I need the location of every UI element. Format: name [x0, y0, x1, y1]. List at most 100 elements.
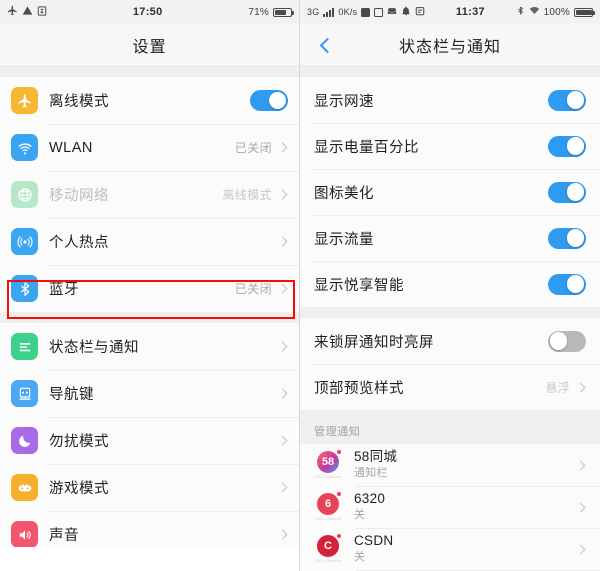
right-group-gap-top	[300, 66, 600, 77]
airplane-mode-toggle[interactable]	[250, 90, 288, 111]
app-status: 关	[354, 509, 366, 522]
airplane-icon	[11, 87, 38, 114]
sidebar-item-label: 离线模式	[49, 94, 109, 110]
sidebar-item-label: 勿扰模式	[49, 434, 109, 450]
setting-row-show-battery-percentage[interactable]: 显示电量百分比	[300, 123, 600, 169]
chevron-right-icon	[277, 283, 288, 294]
app-status: 通知栏	[354, 467, 388, 480]
app-status: 关	[354, 551, 366, 564]
app-text: CSDN 关	[354, 533, 577, 564]
left-settings-group-2: 状态栏与通知 导航键 勿扰模式 游戏模式 声音	[0, 323, 299, 571]
setting-label: 显示电量百分比	[314, 139, 419, 156]
back-button[interactable]	[310, 24, 344, 66]
dual-screenshot-composite: 17:50 71% 设置 离线模式 WLAN 已关闭 移动网络 离线模式 个人热…	[0, 0, 600, 571]
app-glyph: 6	[317, 493, 339, 515]
setting-row-show-network-speed[interactable]: 显示网速	[300, 77, 600, 123]
calendar-icon	[415, 6, 425, 19]
app-glyph: 58	[317, 451, 339, 473]
setting-row-show-data-usage[interactable]: 显示流量	[300, 215, 600, 261]
list-item[interactable]: 6 CSDN @author 6320 关	[300, 486, 600, 528]
chevron-right-icon	[575, 460, 586, 470]
right-status-icons: 3G 0K/s	[307, 6, 425, 19]
right-phone-screen: 3G 0K/s 11:37 100% 状态栏与通知 显示网速 显示电量百分比 图…	[300, 0, 600, 571]
chevron-right-icon	[277, 142, 288, 153]
sidebar-item-airplane-mode[interactable]: 离线模式	[0, 77, 299, 124]
manage-notifications-header: 管理通知	[300, 410, 600, 444]
sidebar-item-statusbar-notification[interactable]: 状态栏与通知	[0, 323, 299, 370]
wake-screen-toggle[interactable]	[548, 330, 586, 352]
sidebar-item-label: 声音	[49, 528, 79, 544]
wifi-icon	[11, 134, 38, 161]
hotspot-icon	[11, 228, 38, 255]
list-item[interactable]: C CSDN @author CSDN 关	[300, 528, 600, 570]
left-page-title: 设置	[132, 38, 167, 56]
sidebar-item-mobile-network[interactable]: 移动网络 离线模式	[0, 171, 299, 218]
left-status-bar: 17:50 71%	[0, 0, 299, 24]
sidebar-item-navigation-keys[interactable]: 导航键	[0, 370, 299, 417]
clipboard-icon	[361, 7, 371, 17]
right-group-gap-mid	[300, 307, 600, 318]
chevron-right-icon	[277, 236, 288, 247]
bluetooth-icon	[516, 5, 525, 19]
left-status-right: 71%	[248, 6, 294, 18]
show-yuexiang-smart-toggle[interactable]	[548, 273, 586, 295]
bluetooth-status-value: 已关闭	[234, 282, 272, 296]
show-network-speed-toggle[interactable]	[548, 89, 586, 111]
show-data-usage-toggle[interactable]	[548, 227, 586, 249]
setting-row-show-yuexiang-smart[interactable]: 显示悦享智能	[300, 261, 600, 307]
chevron-right-icon	[277, 388, 288, 399]
setting-row-wake-screen-on-lockscreen-notification[interactable]: 来锁屏通知时亮屏	[300, 318, 600, 364]
right-clock: 11:37	[455, 6, 485, 18]
chevron-right-icon	[277, 482, 288, 493]
statusbar-icon	[11, 333, 38, 360]
list-item[interactable]: 58 CSDN @author 58同城 通知栏	[300, 444, 600, 486]
mobile-network-status-value: 离线模式	[222, 188, 272, 202]
airplane-icon	[7, 5, 18, 19]
bell-icon	[401, 6, 411, 19]
chevron-right-icon	[277, 189, 288, 200]
left-statusbar-time-wrap: 17:50	[47, 6, 248, 18]
sidebar-item-game-mode[interactable]: 游戏模式	[0, 464, 299, 511]
moon-icon	[11, 427, 38, 454]
chevron-left-icon	[319, 37, 335, 53]
network-speed-label: 0K/s	[338, 7, 358, 17]
app-icon: C CSDN @author	[314, 534, 342, 563]
sidebar-item-wlan[interactable]: WLAN 已关闭	[0, 124, 299, 171]
signal-bars-icon	[323, 7, 335, 17]
left-clock: 17:50	[132, 6, 163, 18]
managed-apps-list: 58 CSDN @author 58同城 通知栏 6 CSDN @author	[300, 444, 600, 571]
setting-label: 顶部预览样式	[314, 380, 404, 397]
left-phone-screen: 17:50 71% 设置 离线模式 WLAN 已关闭 移动网络 离线模式 个人热…	[0, 0, 300, 571]
left-title-bar: 设置	[0, 24, 299, 66]
sidebar-item-label: 个人热点	[49, 235, 109, 251]
navkey-icon	[11, 380, 38, 407]
setting-label: 图标美化	[314, 185, 374, 202]
globe-icon	[11, 181, 38, 208]
icon-beautify-toggle[interactable]	[548, 181, 586, 203]
sidebar-item-label: 蓝牙	[49, 282, 79, 298]
app-name: CSDN	[354, 533, 394, 549]
sidebar-item-do-not-disturb[interactable]: 勿扰模式	[0, 417, 299, 464]
app-name: 6320	[354, 491, 386, 507]
show-battery-percentage-toggle[interactable]	[548, 135, 586, 157]
setting-label: 显示悦享智能	[314, 277, 404, 294]
badge-dot-icon	[337, 534, 341, 538]
app-text: 6320 关	[354, 491, 577, 522]
wlan-status-value: 已关闭	[234, 141, 272, 155]
left-battery-percent: 71%	[248, 6, 269, 18]
badge-dot-icon	[337, 492, 341, 496]
left-settings-group-1: 离线模式 WLAN 已关闭 移动网络 离线模式 个人热点 蓝牙 已关闭	[0, 77, 299, 312]
right-page-title: 状态栏与通知	[398, 38, 501, 56]
right-battery-percent: 100%	[543, 6, 570, 18]
setting-row-top-preview-style[interactable]: 顶部预览样式 悬浮	[300, 364, 600, 410]
sidebar-item-label: 状态栏与通知	[49, 340, 139, 356]
right-status-bar: 3G 0K/s 11:37 100%	[300, 0, 600, 24]
game-icon	[11, 474, 38, 501]
left-group-gap-top	[0, 66, 299, 77]
sidebar-item-personal-hotspot[interactable]: 个人热点	[0, 218, 299, 265]
sidebar-item-bluetooth[interactable]: 蓝牙 已关闭	[0, 265, 299, 312]
setting-row-icon-beautify[interactable]: 图标美化	[300, 169, 600, 215]
app-badge-icon	[37, 5, 47, 19]
right-status-right: 100%	[516, 5, 595, 19]
setting-label: 显示流量	[314, 231, 374, 248]
